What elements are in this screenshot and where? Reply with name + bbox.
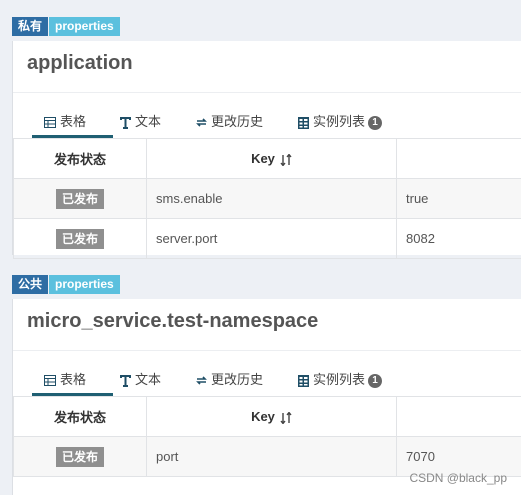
value-cell: 8082 (396, 218, 521, 259)
format-badge: properties (49, 275, 120, 294)
published-badge: 已发布 (55, 446, 104, 467)
tab-table[interactable]: 表格 (32, 369, 113, 396)
namespace-body: application 表格 文本 更改历史 实例列表 1 发布状态 Key 已… (12, 41, 521, 259)
tab-label: 更改历史 (211, 114, 264, 129)
namespace-title[interactable]: application (27, 52, 133, 75)
tab-table[interactable]: 表格 (32, 111, 113, 138)
tab-history[interactable]: 更改历史 (196, 111, 263, 135)
tab-label: 表格 (60, 114, 87, 129)
key-column-header[interactable]: Key (146, 138, 397, 179)
key-cell: sms.enable (146, 178, 397, 219)
tab-history[interactable]: 更改历史 (196, 369, 263, 393)
status-column-header: 发布状态 (13, 396, 147, 437)
config-table: 发布状态 Key 已发布 port 7070 (13, 396, 521, 477)
text-icon (120, 374, 131, 387)
watermark: CSDN @black_pp (409, 471, 507, 485)
namespace-header[interactable]: micro_service.test-namespace (13, 299, 521, 351)
tab-label: 文本 (135, 114, 162, 129)
namespace-badges: 公共 properties (12, 275, 120, 295)
status-cell: 已发布 (13, 436, 147, 477)
status-cell: 已发布 (13, 218, 147, 259)
namespace-panel-application: 私有 properties application 表格 文本 更改历史 实例列表… (12, 17, 521, 259)
table-icon (44, 375, 56, 387)
namespace-body: micro_service.test-namespace 表格 文本 更改历史 … (12, 299, 521, 495)
history-icon (196, 118, 207, 127)
scope-badge: 私有 (12, 17, 49, 36)
instance-count-badge: 1 (368, 115, 383, 130)
namespace-panel-micro-service: 公共 properties micro_service.test-namespac… (12, 275, 521, 495)
tab-label: 表格 (60, 372, 87, 387)
view-tabs: 表格 文本 更改历史 实例列表 1 (13, 111, 521, 138)
key-cell: port (146, 436, 397, 477)
tab-instances[interactable]: 实例列表 1 (298, 369, 383, 393)
key-cell: server.port (146, 218, 397, 259)
instance-list-icon (298, 116, 309, 129)
sort-icon[interactable] (280, 411, 292, 424)
history-icon (196, 376, 207, 385)
value-column-header (396, 138, 521, 179)
table-icon (44, 117, 56, 129)
published-badge: 已发布 (55, 188, 104, 209)
sort-icon[interactable] (280, 153, 292, 166)
instance-count-badge: 1 (368, 373, 383, 388)
status-column-header: 发布状态 (13, 138, 147, 179)
namespace-header[interactable]: application (13, 41, 521, 93)
tab-label: 文本 (135, 372, 162, 387)
namespace-badges: 私有 properties (12, 17, 120, 37)
config-table: 发布状态 Key 已发布 sms.enable true 已发布 server.… (13, 138, 521, 259)
scope-badge: 公共 (12, 275, 49, 294)
tab-text[interactable]: 文本 (120, 369, 161, 393)
tab-label: 更改历史 (211, 372, 264, 387)
published-badge: 已发布 (55, 228, 104, 249)
tab-text[interactable]: 文本 (120, 111, 161, 135)
tab-label: 实例列表 (313, 114, 366, 129)
view-tabs: 表格 文本 更改历史 实例列表 1 (13, 369, 521, 396)
value-cell: true (396, 178, 521, 219)
tab-label: 实例列表 (313, 372, 366, 387)
instance-list-icon (298, 374, 309, 387)
table-header-row: 发布状态 Key (13, 396, 521, 437)
table-header-row: 发布状态 Key (13, 138, 521, 179)
tab-instances[interactable]: 实例列表 1 (298, 111, 383, 135)
format-badge: properties (49, 17, 120, 36)
value-column-header (396, 396, 521, 437)
table-row[interactable]: 已发布 server.port 8082 (13, 218, 521, 259)
table-row[interactable]: 已发布 sms.enable true (13, 178, 521, 219)
status-cell: 已发布 (13, 178, 147, 219)
key-column-header[interactable]: Key (146, 396, 397, 437)
text-icon (120, 116, 131, 129)
namespace-title[interactable]: micro_service.test-namespace (27, 310, 318, 333)
